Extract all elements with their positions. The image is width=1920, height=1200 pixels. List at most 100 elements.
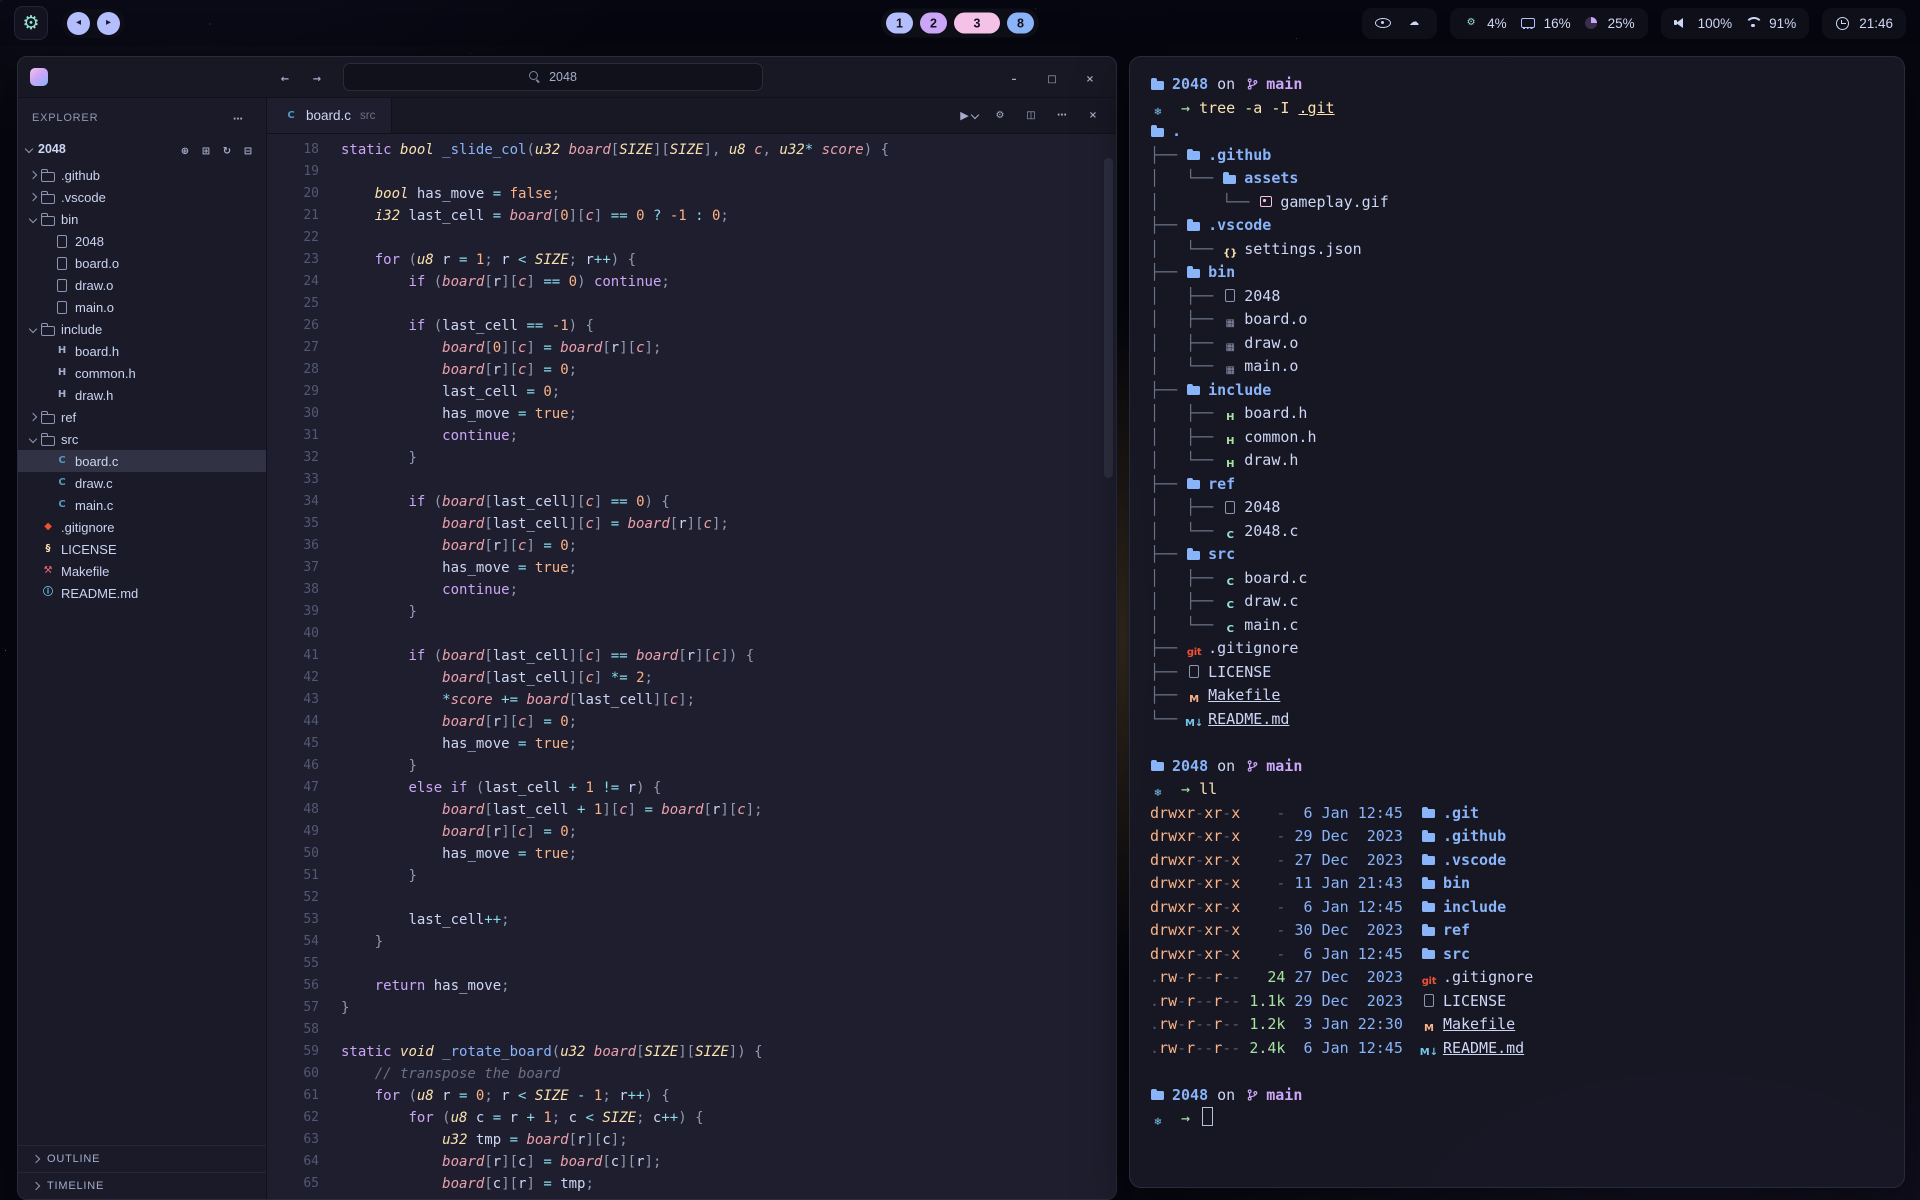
tree-item-bin[interactable]: bin xyxy=(18,208,266,230)
tree-item--gitignore[interactable]: ◆.gitignore xyxy=(18,516,266,538)
top-bar: ⚙ ◂ ▸ 1238 ☁ ⚙4%16%25% 100%91% 21:46 xyxy=(0,0,1920,46)
clock-icon xyxy=(1835,16,1851,30)
entry-name: 2048 xyxy=(1244,287,1280,305)
tree-item-draw-o[interactable]: draw.o xyxy=(18,274,266,296)
settings-button[interactable]: ⚙ xyxy=(987,104,1013,128)
panel-outline[interactable]: OUTLINE xyxy=(18,1145,266,1172)
tree-guide: │ └── xyxy=(1150,193,1258,211)
folder-icon xyxy=(1150,759,1166,773)
terminal-window[interactable]: 2048 on main❄ → tree -a -I .git.├── .git… xyxy=(1129,56,1905,1188)
close-button[interactable]: × xyxy=(1080,104,1106,128)
line-number: 65 xyxy=(267,1173,341,1195)
weather-widget[interactable]: ☁ xyxy=(1362,8,1437,39)
chevron-right-icon xyxy=(32,1155,40,1163)
close-button[interactable]: × xyxy=(1082,68,1104,87)
close-icon: × xyxy=(1082,73,1098,87)
run-button[interactable]: ▶ xyxy=(956,104,982,128)
tree-guide: │ └── xyxy=(1150,357,1222,375)
tree-item-draw-h[interactable]: Hdraw.h xyxy=(18,384,266,406)
tree-item-src[interactable]: src xyxy=(18,428,266,450)
workspace-8[interactable]: 8 xyxy=(1007,13,1034,34)
permissions: drwxr-xr-x xyxy=(1150,921,1240,939)
tree-item-draw-c[interactable]: Cdraw.c xyxy=(18,472,266,494)
line-number: 42 xyxy=(267,667,341,689)
workspace-1[interactable]: 1 xyxy=(886,13,913,34)
new-folder-button[interactable]: ⊞ xyxy=(196,140,216,159)
tree-item-main-o[interactable]: main.o xyxy=(18,296,266,318)
tree-item-include[interactable]: include xyxy=(18,318,266,340)
file-date: 27 Dec 2023 xyxy=(1295,851,1403,869)
tree-guide: │ └── xyxy=(1150,616,1222,634)
nav-back-button[interactable]: ← xyxy=(275,67,301,87)
explorer-more-button[interactable]: ⋯ xyxy=(230,108,252,127)
cpu-stat: ⚙4% xyxy=(1463,16,1507,31)
tree-item-label: board.c xyxy=(75,454,118,469)
workspace-3[interactable]: 3 xyxy=(954,13,1000,34)
tree-guide: │ └── xyxy=(1150,451,1222,469)
system-stats-widget[interactable]: ⚙4%16%25% xyxy=(1450,8,1648,39)
file-list-row: .rw-r--r-- 24 27 Dec 2023 git.gitignore xyxy=(1150,966,1884,990)
tab-label: board.c xyxy=(306,108,351,123)
nav-forward-button[interactable]: → xyxy=(307,67,333,87)
media-skip-back-button[interactable]: ◂ xyxy=(67,12,90,35)
clock-widget[interactable]: 21:46 xyxy=(1822,8,1906,39)
workspace-2[interactable]: 2 xyxy=(920,13,947,34)
tree-item-LICENSE[interactable]: §LICENSE xyxy=(18,538,266,560)
tree-item-board-o[interactable]: board.o xyxy=(18,252,266,274)
code-editor[interactable]: 18static bool _slide_col(u32 board[SIZE]… xyxy=(267,134,1116,1199)
back-icon: ← xyxy=(277,73,293,87)
search-value: 2048 xyxy=(549,70,577,84)
refresh-button[interactable]: ↻ xyxy=(217,140,237,159)
minimize-button[interactable]: – xyxy=(1006,68,1028,87)
tree-item-board-c[interactable]: Cboard.c xyxy=(18,450,266,472)
project-root-row[interactable]: 2048 ⊕⊞↻⊟ xyxy=(18,134,266,164)
markdown-icon: M↓ xyxy=(1421,1046,1437,1060)
tree-item-label: .vscode xyxy=(61,190,106,205)
entry-name: LICENSE xyxy=(1208,663,1271,681)
command-center-search[interactable]: 2048 xyxy=(343,63,763,91)
maximize-button[interactable]: □ xyxy=(1044,68,1066,87)
audio-network-widget[interactable]: 100%91% xyxy=(1661,8,1810,39)
code-line: 20 bool has_move = false; xyxy=(267,183,1116,205)
line-number: 41 xyxy=(267,645,341,667)
launcher-button[interactable]: ⚙ xyxy=(14,6,48,40)
tree-item--github[interactable]: .github xyxy=(18,164,266,186)
tree-item-README-md[interactable]: ⓘREADME.md xyxy=(18,582,266,604)
vscode-window[interactable]: ←→ 2048 –□× EXPLORER ⋯ 2048 ⊕⊞↻⊟ .github… xyxy=(17,56,1117,1200)
new-file-button[interactable]: ⊕ xyxy=(175,140,195,159)
folder-icon xyxy=(1421,947,1437,961)
app-logo-icon[interactable] xyxy=(30,68,48,86)
editor-scrollbar[interactable] xyxy=(1104,158,1113,478)
tree-item-label: draw.h xyxy=(75,388,113,403)
tree-item-2048[interactable]: 2048 xyxy=(18,230,266,252)
code-line: 40 xyxy=(267,623,1116,645)
tree-guide: └── xyxy=(1150,710,1186,728)
more-button[interactable]: ⋯ xyxy=(1049,104,1075,128)
explorer-actions: ⊕⊞↻⊟ xyxy=(175,140,258,159)
tree-item-label: README.md xyxy=(61,586,138,601)
line-number: 33 xyxy=(267,469,341,491)
permissions: drwxr-xr-x xyxy=(1150,898,1240,916)
git-diamond-icon: ◆ xyxy=(40,520,56,534)
tree-item-main-c[interactable]: Cmain.c xyxy=(18,494,266,516)
folder-icon xyxy=(1186,547,1202,561)
permissions: drwxr-xr-x xyxy=(1150,945,1240,963)
split-editor-button[interactable]: ◫ xyxy=(1018,104,1044,128)
tab-board-c[interactable]: C board.c src xyxy=(267,98,392,133)
tree-item-board-h[interactable]: Hboard.h xyxy=(18,340,266,362)
h-src-icon: H xyxy=(1222,458,1238,472)
prompt-line: 2048 on main xyxy=(1150,73,1884,97)
collapse-all-button[interactable]: ⊟ xyxy=(238,140,258,159)
disk-icon xyxy=(1584,16,1600,30)
folder-icon xyxy=(1150,1088,1166,1102)
tree-output-row: │ └── Hdraw.h xyxy=(1150,449,1884,473)
tree-item-common-h[interactable]: Hcommon.h xyxy=(18,362,266,384)
tree-item-Makefile[interactable]: ⚒Makefile xyxy=(18,560,266,582)
tree-item-ref[interactable]: ref xyxy=(18,406,266,428)
tree-item--vscode[interactable]: .vscode xyxy=(18,186,266,208)
panel-timeline[interactable]: TIMELINE xyxy=(18,1172,266,1199)
entry-name: draw.c xyxy=(1244,592,1298,610)
line-number: 57 xyxy=(267,997,341,1019)
media-skip-forward-button[interactable]: ▸ xyxy=(97,12,120,35)
branch-icon xyxy=(1244,1088,1260,1102)
